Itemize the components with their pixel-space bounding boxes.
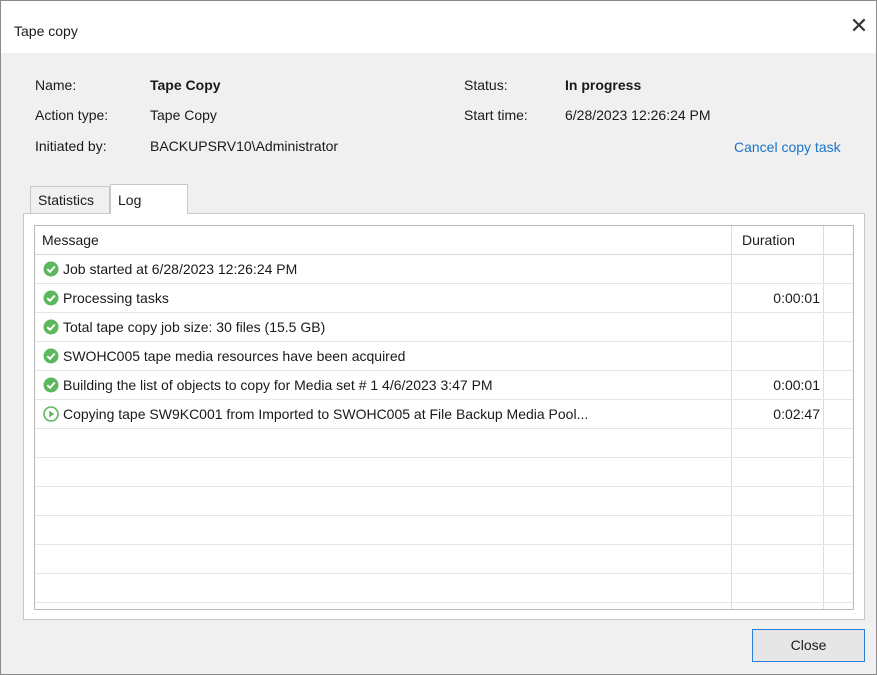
cancel-copy-task-link[interactable]: Cancel copy task <box>734 139 841 155</box>
initiated-by-value: BACKUPSRV10\Administrator <box>150 138 339 154</box>
action-type-value: Tape Copy <box>150 107 217 123</box>
log-duration: 0:02:47 <box>773 406 820 422</box>
success-icon <box>43 348 59 364</box>
log-table-header: Message Duration <box>35 226 853 255</box>
close-icon[interactable]: ✕ <box>848 15 870 37</box>
title-bar: Tape copy ✕ <box>1 1 876 53</box>
success-icon <box>43 290 59 306</box>
success-icon <box>43 377 59 393</box>
success-icon <box>43 261 59 277</box>
log-message: Processing tasks <box>63 290 169 306</box>
tab-statistics[interactable]: Statistics <box>30 186 110 214</box>
log-message: Job started at 6/28/2023 12:26:24 PM <box>63 261 298 277</box>
tape-copy-dialog: Tape copy ✕ Name: Tape Copy Action type:… <box>0 0 877 675</box>
log-message: SWOHC005 tape media resources have been … <box>63 348 406 364</box>
close-button[interactable]: Close <box>752 629 865 662</box>
empty-row <box>35 458 853 487</box>
status-value: In progress <box>565 77 642 93</box>
table-row[interactable]: Total tape copy job size: 30 files (15.5… <box>35 313 853 342</box>
log-duration <box>742 342 820 370</box>
initiated-by-label: Initiated by: <box>35 138 107 154</box>
start-time-value: 6/28/2023 12:26:24 PM <box>565 107 711 123</box>
table-row[interactable]: SWOHC005 tape media resources have been … <box>35 342 853 371</box>
action-type-label: Action type: <box>35 107 109 123</box>
tab-log[interactable]: Log <box>110 184 188 214</box>
empty-row <box>35 516 853 545</box>
log-duration: 0:00:01 <box>773 377 820 393</box>
duration-column-header[interactable]: Duration <box>742 226 795 254</box>
name-label: Name: <box>35 77 77 93</box>
table-row[interactable]: Building the list of objects to copy for… <box>35 371 853 400</box>
window-title: Tape copy <box>14 23 78 39</box>
log-duration: 0:00:01 <box>773 290 820 306</box>
running-icon <box>43 406 59 422</box>
log-message: Copying tape SW9KC001 from Imported to S… <box>63 406 589 422</box>
start-time-label: Start time: <box>464 107 528 123</box>
success-icon <box>43 319 59 335</box>
empty-row <box>35 574 853 603</box>
log-panel: Message Duration Job started at 6/28/202… <box>23 213 865 620</box>
log-message: Building the list of objects to copy for… <box>63 377 493 393</box>
name-value: Tape Copy <box>150 77 221 93</box>
table-row[interactable]: Copying tape SW9KC001 from Imported to S… <box>35 400 853 429</box>
empty-row <box>35 487 853 516</box>
empty-row <box>35 429 853 458</box>
log-duration <box>742 255 820 283</box>
log-duration <box>742 313 820 341</box>
message-column-header[interactable]: Message <box>42 226 99 254</box>
log-table[interactable]: Message Duration Job started at 6/28/202… <box>34 225 854 610</box>
status-label: Status: <box>464 77 508 93</box>
table-row[interactable]: Processing tasks 0:00:01 <box>35 284 853 313</box>
empty-row <box>35 545 853 574</box>
log-message: Total tape copy job size: 30 files (15.5… <box>63 319 326 335</box>
table-row[interactable]: Job started at 6/28/2023 12:26:24 PM <box>35 255 853 284</box>
